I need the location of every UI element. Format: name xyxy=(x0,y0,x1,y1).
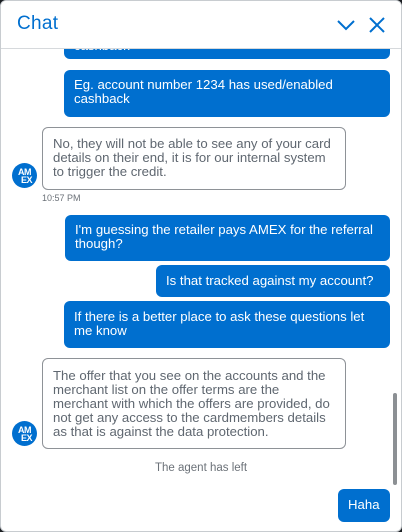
user-message: cashback xyxy=(64,49,390,59)
message-timestamp: 10:57 PM xyxy=(42,193,81,203)
chat-header: Chat xyxy=(1,1,401,49)
close-button[interactable] xyxy=(365,13,389,37)
message-list[interactable]: cashback Eg. account number 1234 has use… xyxy=(1,49,401,531)
scrollbar-thumb[interactable] xyxy=(393,393,397,485)
minimize-button[interactable] xyxy=(334,13,358,37)
avatar-line2: EX xyxy=(21,175,33,185)
user-message: If there is a better place to ask these … xyxy=(64,301,390,348)
user-message: Is that tracked against my account? xyxy=(156,265,390,297)
user-message: I'm guessing the retailer pays AMEX for … xyxy=(65,215,390,261)
chat-window: Chat cashback Eg. account number 1234 ha… xyxy=(0,0,402,532)
user-message: Haha xyxy=(338,489,390,522)
chat-title: Chat xyxy=(17,13,59,34)
agent-message: The offer that you see on the accounts a… xyxy=(42,358,346,449)
close-icon xyxy=(369,17,385,33)
amex-avatar: AM EX xyxy=(12,421,37,446)
user-message: Eg. account number 1234 has used/enabled… xyxy=(64,70,390,117)
amex-avatar: AM EX xyxy=(12,163,37,188)
chevron-down-icon xyxy=(337,20,355,31)
agent-left-notice: The agent has left xyxy=(154,462,248,474)
agent-message: No, they will not be able to see any of … xyxy=(42,127,346,190)
avatar-line2: EX xyxy=(21,433,33,443)
